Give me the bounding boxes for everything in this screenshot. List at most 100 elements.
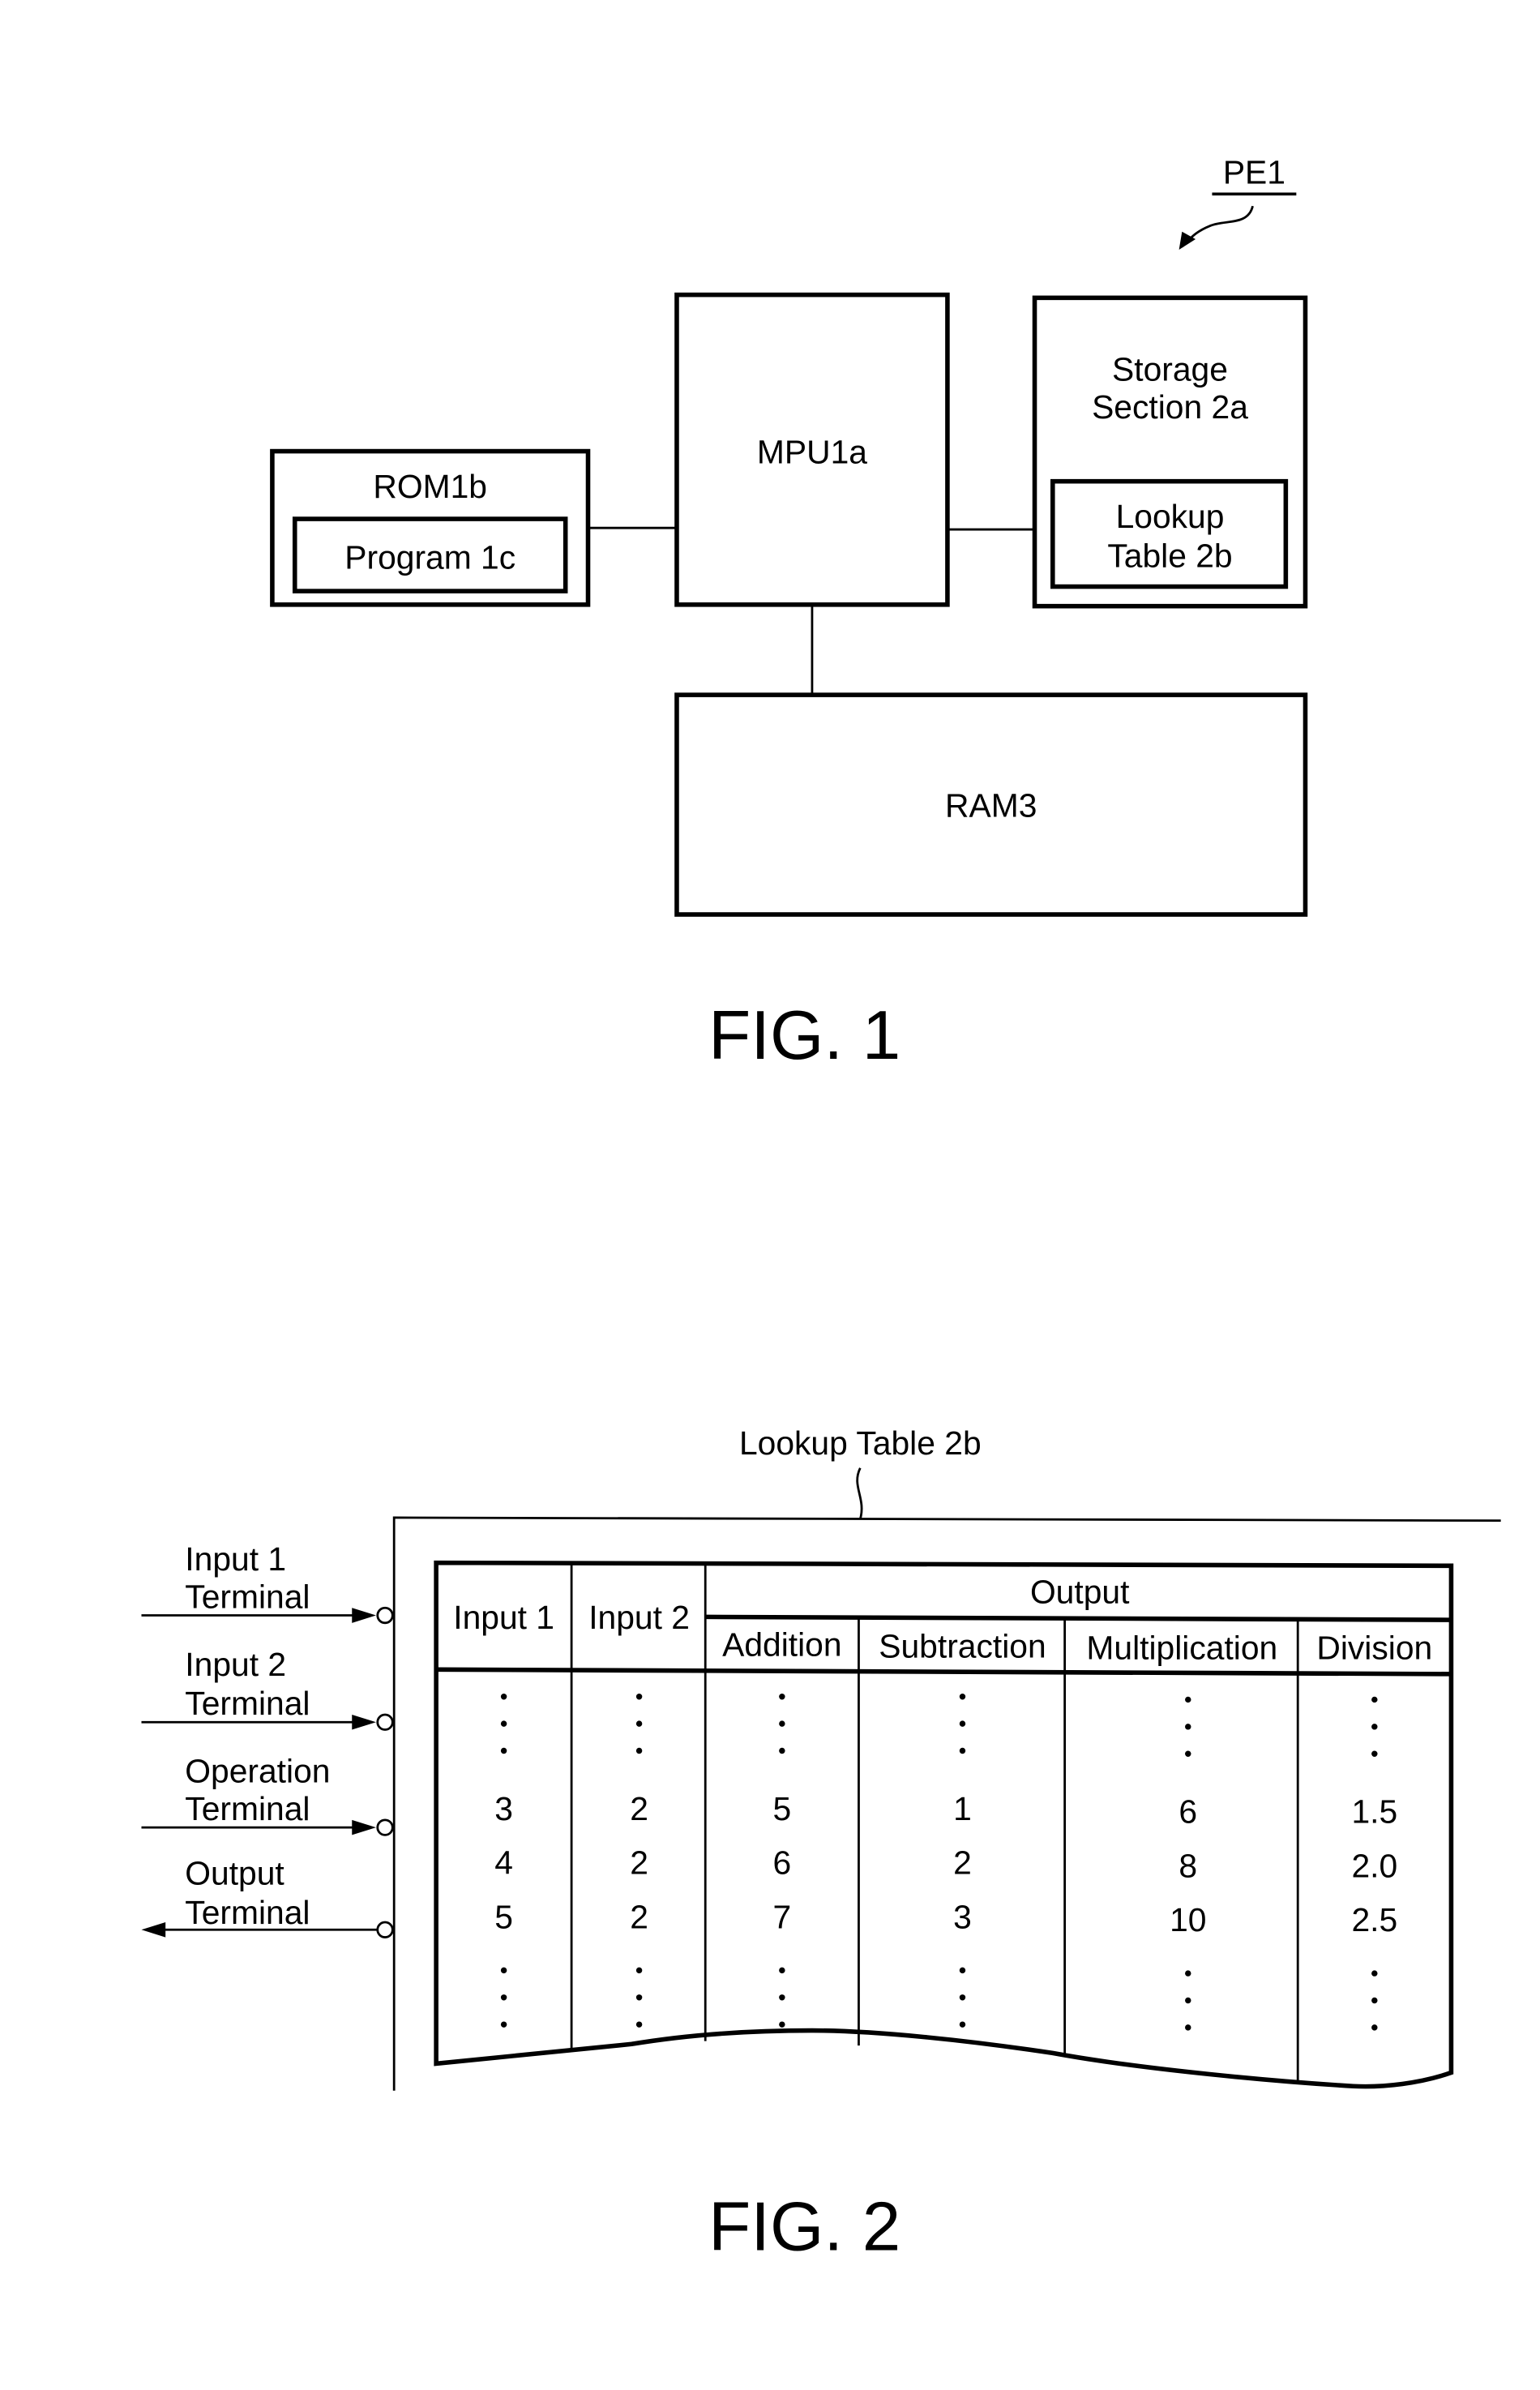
header-output: Output xyxy=(1030,1574,1130,1611)
ellipsis-dot-top xyxy=(635,1694,643,1700)
header-division: Division xyxy=(1316,1629,1432,1666)
lookup-label-line2: Table 2b xyxy=(1107,537,1232,574)
arrow-right-icon xyxy=(352,1819,376,1835)
table-body: 3 2 5 1 6 1.5 4 2 6 2 8 2.0 5 2 7 3 10 2.5 xyxy=(494,1694,1397,2031)
ellipsis-dot-top xyxy=(1185,1724,1191,1730)
table-cell: 2.0 xyxy=(1351,1847,1397,1884)
ellipsis-dot-bottom xyxy=(635,1967,643,1974)
ellipsis-dot-top xyxy=(500,1720,507,1727)
ellipsis-dot-top xyxy=(1185,1750,1191,1757)
table-cell: 2 xyxy=(953,1844,972,1882)
storage-label-line2: Section 2a xyxy=(1092,388,1248,426)
ellipsis-dot-bottom xyxy=(779,1967,785,1974)
terminal-label-line2: Terminal xyxy=(185,1790,310,1827)
terminal-input1: Input 1 Terminal xyxy=(141,1540,394,1625)
ellipsis-dot-bottom xyxy=(500,2021,507,2028)
lookup-label-line1: Lookup xyxy=(1116,498,1225,535)
table-cell: 1 xyxy=(953,1790,972,1827)
terminal-label-line1: Operation xyxy=(185,1752,330,1789)
ram-block: RAM3 xyxy=(674,692,1308,917)
terminal-label-line2: Terminal xyxy=(185,1578,310,1615)
ellipsis-dot-top xyxy=(1185,1696,1191,1703)
table-cell: 4 xyxy=(494,1844,513,1882)
table-cell: 2 xyxy=(630,1844,648,1882)
terminal-node-icon xyxy=(376,1713,394,1731)
arrow-right-icon xyxy=(352,1714,376,1730)
table-cell: 2 xyxy=(630,1790,648,1827)
ellipsis-dot-top xyxy=(1371,1750,1378,1757)
ellipsis-dot-top xyxy=(959,1694,966,1700)
ellipsis-dot-top xyxy=(1371,1724,1378,1730)
terminal-node-icon xyxy=(376,1818,394,1836)
mpu-label: MPU1a xyxy=(757,433,867,470)
header-input2: Input 2 xyxy=(588,1599,690,1636)
arrow-left-icon xyxy=(141,1922,166,1938)
ellipsis-dot-bottom xyxy=(1185,2024,1191,2031)
ellipsis-dot-top xyxy=(779,1747,785,1754)
fig1: PE1 ROM1b Program 1c MPU1a Storage Secti… xyxy=(270,153,1308,1074)
ellipsis-dot-bottom xyxy=(1185,1997,1191,2004)
storage-label-line1: Storage xyxy=(1112,350,1228,388)
terminal-operation: Operation Terminal xyxy=(141,1752,394,1836)
table-cell: 6 xyxy=(772,1844,791,1882)
fig2-caption: FIG. 2 xyxy=(708,2188,900,2265)
ellipsis-dot-bottom xyxy=(959,2021,966,2028)
ellipsis-dot-bottom xyxy=(500,1994,507,2001)
ellipsis-dot-top xyxy=(500,1747,507,1754)
ellipsis-dot-bottom xyxy=(635,1994,643,2001)
lookup-table-leader xyxy=(856,1467,863,1520)
ellipsis-dot-top xyxy=(500,1694,507,1700)
header-subtraction: Subtraction xyxy=(879,1627,1046,1664)
ellipsis-dot-bottom xyxy=(959,1994,966,2001)
ellipsis-dot-top xyxy=(635,1747,643,1754)
ellipsis-dot-bottom xyxy=(959,1967,966,1974)
terminal-label-line2: Terminal xyxy=(185,1685,310,1722)
ellipsis-dot-top xyxy=(959,1747,966,1754)
terminal-label-line1: Output xyxy=(185,1855,284,1892)
device-frame xyxy=(392,1516,1501,2091)
ellipsis-dot-bottom xyxy=(1371,1970,1378,1977)
ellipsis-dot-bottom xyxy=(500,1967,507,1974)
table-cell: 1.5 xyxy=(1351,1793,1397,1831)
ellipsis-dot-bottom xyxy=(779,2021,785,2028)
ellipsis-dot-top xyxy=(779,1720,785,1727)
ellipsis-dot-top xyxy=(959,1720,966,1727)
header-addition: Addition xyxy=(722,1626,841,1664)
ellipsis-dot-top xyxy=(1371,1696,1378,1703)
terminal-output: Output Terminal xyxy=(141,1855,394,1938)
fig2: Lookup Table 2b Input 1 Terminal Input 2… xyxy=(141,1424,1501,2265)
table-cell: 8 xyxy=(1179,1847,1197,1884)
terminal-label-line1: Input 1 xyxy=(185,1540,286,1578)
patent-drawing: PE1 ROM1b Program 1c MPU1a Storage Secti… xyxy=(141,153,1501,2265)
ellipsis-dot-top xyxy=(635,1720,643,1727)
pe1-label: PE1 xyxy=(1223,153,1285,191)
table-cell: 3 xyxy=(494,1790,513,1827)
table-cell: 10 xyxy=(1170,1901,1206,1938)
table-cell: 3 xyxy=(953,1898,972,1935)
table-cell: 2 xyxy=(630,1898,648,1935)
header-multiplication: Multiplication xyxy=(1086,1629,1277,1666)
table-cell: 7 xyxy=(772,1898,791,1935)
program-label: Program 1c xyxy=(344,538,515,576)
fig1-caption: FIG. 1 xyxy=(708,997,900,1074)
mpu-block: MPU1a xyxy=(674,292,950,607)
lookup-table-label: Lookup Table 2b xyxy=(739,1424,982,1462)
ellipsis-dot-top xyxy=(779,1694,785,1700)
rom-block: ROM1b Program 1c xyxy=(270,448,591,607)
terminal-label-line2: Terminal xyxy=(185,1894,310,1931)
storage-block: Storage Section 2a Lookup Table 2b xyxy=(1032,295,1308,609)
table-cell: 5 xyxy=(772,1790,791,1827)
table-cell: 6 xyxy=(1179,1793,1197,1831)
arrow-right-icon xyxy=(352,1608,376,1623)
pe1-arrowhead-icon xyxy=(1179,231,1196,250)
terminal-input2: Input 2 Terminal xyxy=(141,1646,394,1731)
header-input1: Input 1 xyxy=(453,1599,554,1636)
lookup-table: Input 1 Input 2 Output Addition Subtract… xyxy=(434,1560,1454,2089)
rom-label: ROM1b xyxy=(373,468,487,505)
ellipsis-dot-bottom xyxy=(1185,1970,1191,1977)
table-cell: 2.5 xyxy=(1351,1901,1397,1938)
ram-label: RAM3 xyxy=(945,786,1037,824)
ellipsis-dot-bottom xyxy=(1371,1997,1378,2004)
terminal-node-icon xyxy=(376,1921,394,1938)
ellipsis-dot-bottom xyxy=(635,2021,643,2028)
